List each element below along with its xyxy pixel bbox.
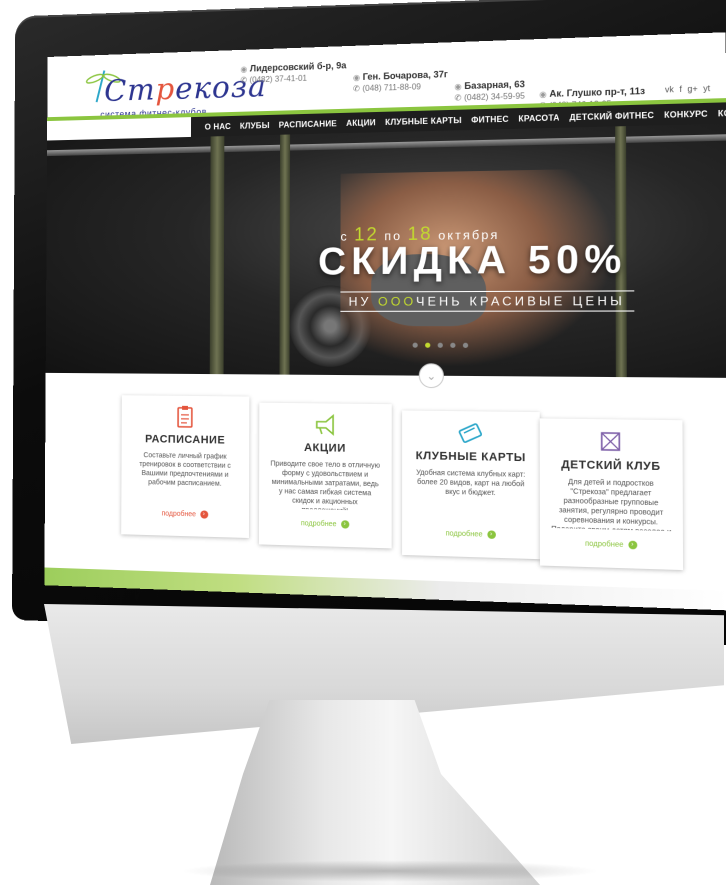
- card-title: РАСПИСАНИЕ: [122, 433, 250, 447]
- promo-subtitle: НУ ОООЧЕНЬ КРАСИВЫЕ ЦЕНЫ: [340, 290, 634, 311]
- location-pin-icon: ◉: [454, 82, 461, 91]
- website: Стрекоза система фитнес-клубов ◉ Лидерсо…: [44, 32, 726, 610]
- nav-beauty[interactable]: КРАСОТА: [518, 113, 559, 123]
- arrow-right-icon: ›: [487, 530, 496, 539]
- nav-schedule[interactable]: РАСПИСАНИЕ: [279, 119, 337, 130]
- arrow-right-icon: ›: [341, 520, 349, 528]
- card-description: Составьте личный график тренировок в соо…: [121, 451, 249, 502]
- location-pin-icon: ◉: [539, 90, 547, 100]
- social-links: vk f g+ yt: [665, 84, 710, 95]
- slider-dot[interactable]: [413, 343, 418, 348]
- card-title: КЛУБНЫЕ КАРТЫ: [402, 450, 540, 465]
- card-promotions[interactable]: АКЦИИ Приводите свое тело в отличную фор…: [259, 403, 392, 549]
- nav-contest[interactable]: КОНКУРС: [664, 109, 708, 120]
- slider-dot[interactable]: [438, 343, 443, 348]
- more-link[interactable]: подробнее ›: [162, 509, 208, 518]
- facebook-icon[interactable]: f: [679, 85, 682, 95]
- arrow-right-icon: ›: [200, 510, 208, 518]
- hero-slider: с 12 по 18 октября СКИДКА 50% НУ ОООЧЕНЬ…: [46, 124, 726, 378]
- card-title: АКЦИИ: [259, 441, 392, 456]
- nav-contacts[interactable]: КОНТАКТЫ: [718, 107, 726, 118]
- slider-dot-active[interactable]: [425, 343, 430, 348]
- rack-post-image: [210, 136, 225, 374]
- card-icon: [457, 419, 485, 446]
- nav-about[interactable]: О НАС: [205, 121, 231, 131]
- phone-icon: ✆: [240, 76, 247, 85]
- nav-clubs[interactable]: КЛУБЫ: [240, 120, 270, 130]
- feature-cards: РАСПИСАНИЕ Составьте личный график трени…: [121, 395, 705, 562]
- arrow-right-icon: ›: [628, 541, 637, 550]
- phone-icon: ✆: [353, 84, 360, 93]
- address-item[interactable]: ◉ Лидерсовский б-р, 9а ✆ (0482) 37-41-01: [240, 60, 346, 86]
- card-description: Для детей и подростков "Стрекоза" предла…: [540, 477, 683, 531]
- vk-icon[interactable]: vk: [665, 85, 674, 95]
- address-item[interactable]: ◉ Ген. Бочарова, 37г ✆ (048) 711-88-09: [353, 69, 448, 94]
- card-title: ДЕТСКИЙ КЛУБ: [540, 458, 683, 473]
- monitor-screen: Стрекоза система фитнес-клубов ◉ Лидерсо…: [44, 32, 726, 610]
- nav-promotions[interactable]: АКЦИИ: [346, 118, 376, 128]
- phone-icon: ✆: [454, 93, 461, 102]
- scroll-down-icon[interactable]: ⌄: [419, 363, 444, 388]
- kids-icon: [596, 428, 625, 456]
- slider-dot[interactable]: [450, 343, 455, 348]
- card-schedule[interactable]: РАСПИСАНИЕ Составьте личный график трени…: [121, 395, 249, 538]
- nav-fitness[interactable]: ФИТНЕС: [471, 114, 509, 124]
- more-link[interactable]: подробнее ›: [446, 529, 496, 539]
- card-description: Приводите свое тело в отличную форму с у…: [259, 459, 392, 511]
- google-plus-icon[interactable]: g+: [687, 84, 697, 94]
- nav-club-cards[interactable]: КЛУБНЫЕ КАРТЫ: [385, 115, 462, 126]
- clipboard-icon: [172, 404, 198, 430]
- card-kids-club[interactable]: ДЕТСКИЙ КЛУБ Для детей и подростков "Стр…: [540, 418, 683, 570]
- card-club-cards[interactable]: КЛУБНЫЕ КАРТЫ Удобная система клубных ка…: [402, 410, 540, 559]
- stand-shadow: [180, 860, 600, 882]
- slider-dot[interactable]: [463, 343, 468, 348]
- youtube-icon[interactable]: yt: [703, 84, 710, 94]
- more-link[interactable]: подробнее ›: [585, 539, 637, 549]
- more-link[interactable]: подробнее ›: [301, 519, 349, 528]
- megaphone-icon: [312, 411, 339, 438]
- nav-kids-fitness[interactable]: ДЕТСКИЙ ФИТНЕС: [569, 110, 654, 122]
- features-section: ⌄ РАСПИСАНИЕ Составьте личный график тре…: [44, 373, 726, 611]
- rack-post-image: [279, 134, 290, 374]
- card-description: Удобная система клубных карт: более 20 в…: [402, 468, 540, 521]
- location-pin-icon: ◉: [240, 65, 247, 74]
- slider-dots: [413, 343, 469, 348]
- monitor-stand: [210, 700, 540, 885]
- location-pin-icon: ◉: [353, 73, 360, 82]
- promo-title: СКИДКА 50%: [318, 238, 627, 285]
- address-item[interactable]: ◉ Базарная, 63 ✆ (0482) 34-59-95: [454, 79, 525, 104]
- imac-monitor: Стрекоза система фитнес-клубов ◉ Лидерсо…: [0, 0, 726, 888]
